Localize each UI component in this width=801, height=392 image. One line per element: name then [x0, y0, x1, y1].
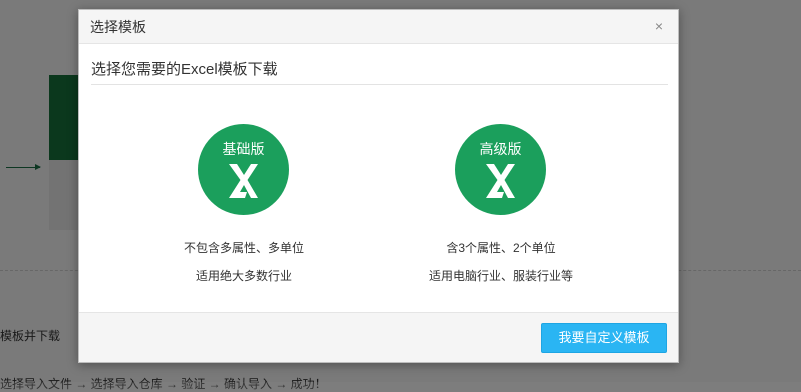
close-icon[interactable]: × [650, 17, 668, 35]
template-usage: 适用电脑行业、服装行业等 [428, 269, 573, 283]
template-option-basic[interactable]: 基础版 不包含多属性、多单位 适用绝大多数行业 [144, 124, 344, 294]
excel-x-icon [229, 164, 258, 198]
excel-x-icon [486, 164, 515, 198]
template-usage: 适用绝大多数行业 [195, 269, 292, 283]
dialog-header: 选择模板 × [79, 10, 678, 44]
template-option-advanced[interactable]: 高级版 含3个属性、2个单位 适用电脑行业、服装行业等 [401, 124, 601, 294]
template-description: 不包含多属性、多单位 [183, 241, 304, 255]
template-name: 高级版 [479, 141, 522, 157]
template-description: 含3个属性、2个单位 [446, 241, 556, 255]
template-basic-download-button[interactable]: 基础版 [198, 124, 289, 215]
dialog-footer: 我要自定义模板 [79, 312, 678, 362]
dialog-title: 选择模板 [90, 19, 146, 35]
template-name: 基础版 [222, 141, 265, 157]
template-select-dialog: 选择模板 × 选择您需要的Excel模板下载 基础版 不包含多属性、多单位 适用… [78, 9, 679, 363]
custom-template-button[interactable]: 我要自定义模板 [541, 323, 667, 353]
dialog-subtitle: 选择您需要的Excel模板下载 [91, 61, 278, 78]
divider [91, 84, 668, 85]
template-advanced-download-button[interactable]: 高级版 [455, 124, 546, 215]
